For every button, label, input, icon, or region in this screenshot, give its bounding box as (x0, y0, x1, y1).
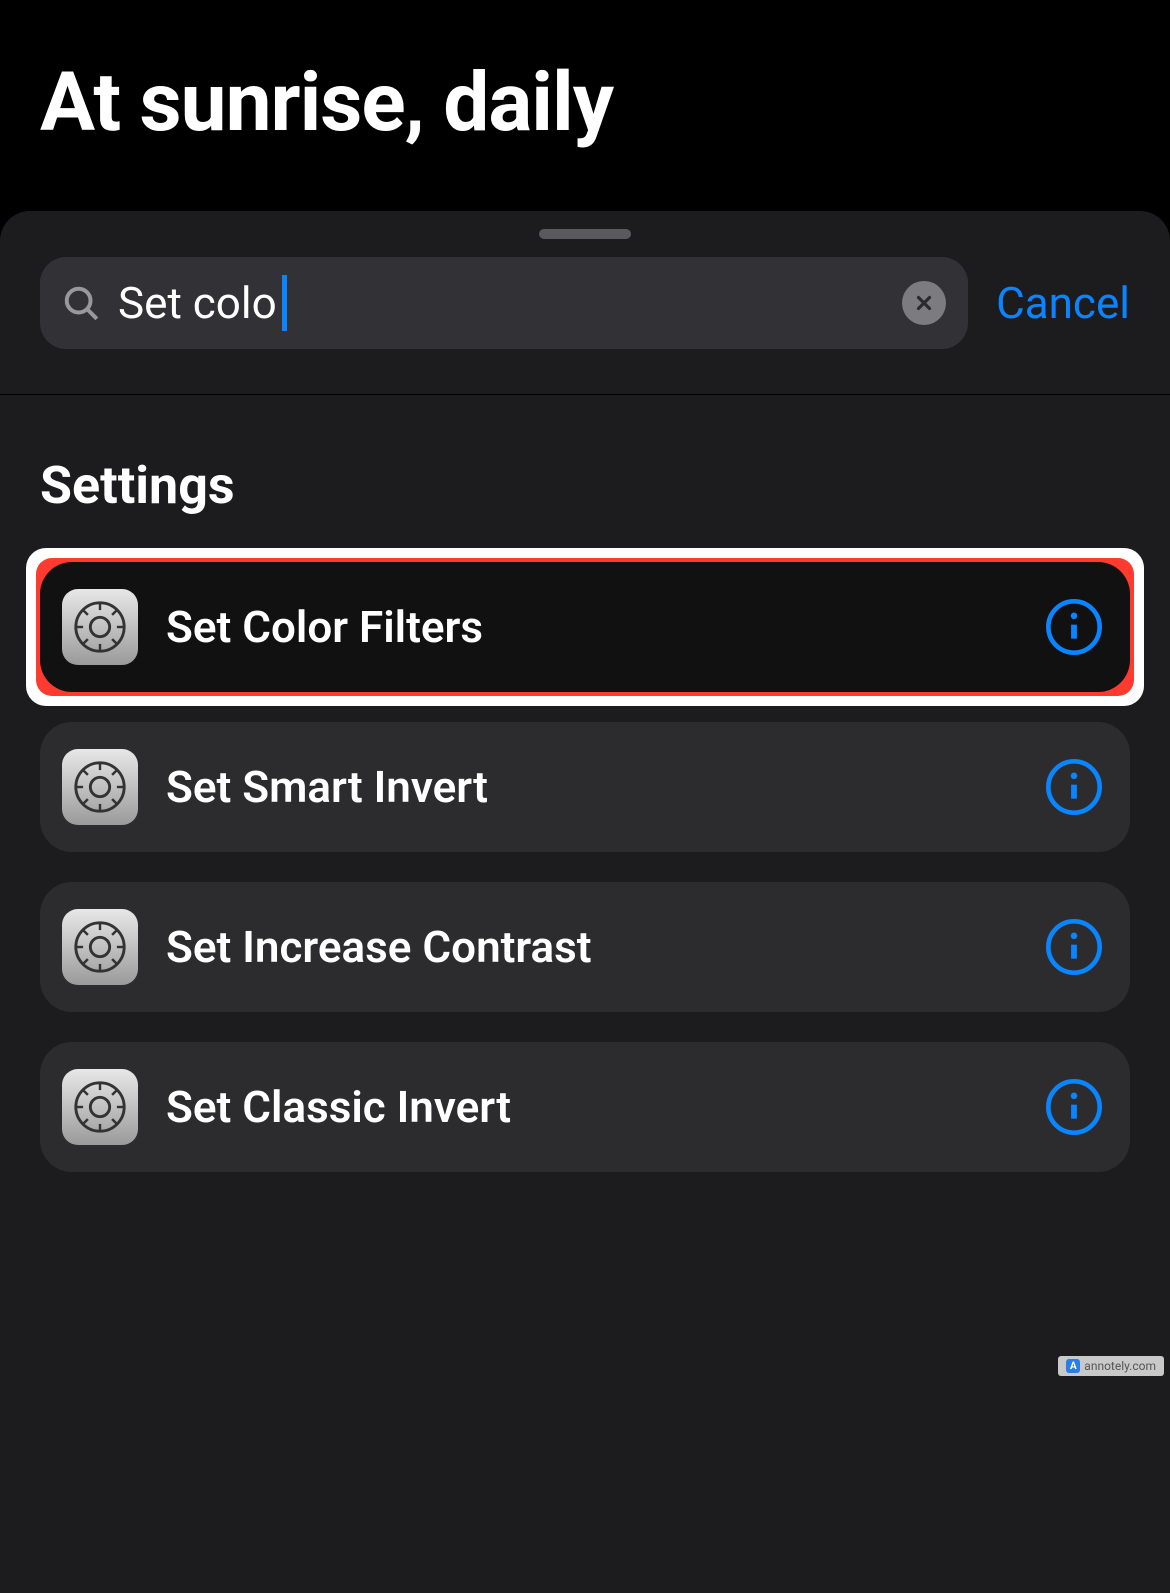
search-icon (62, 284, 100, 322)
search-field[interactable] (40, 257, 968, 349)
search-input-wrap (118, 277, 884, 329)
highlight-annotation: Set Color Filters (40, 562, 1130, 692)
watermark-badge-icon: A (1066, 1359, 1080, 1373)
settings-app-icon (62, 909, 138, 985)
action-item-set-increase-contrast[interactable]: Set Increase Contrast (40, 882, 1130, 1012)
info-button[interactable] (1046, 599, 1102, 655)
text-caret (282, 275, 287, 331)
watermark: A annotely.com (1058, 1356, 1164, 1376)
results-area: Settings Set (0, 394, 1170, 1172)
page-title: At sunrise, daily (40, 55, 1130, 151)
section-header-settings: Settings (40, 455, 1130, 516)
info-button[interactable] (1046, 1079, 1102, 1135)
header: At sunrise, daily (0, 0, 1170, 211)
action-item-set-classic-invert[interactable]: Set Classic Invert (40, 1042, 1130, 1172)
action-item-set-color-filters[interactable]: Set Color Filters (40, 562, 1130, 692)
settings-app-icon (62, 1069, 138, 1145)
info-button[interactable] (1046, 759, 1102, 815)
action-label: Set Smart Invert (166, 761, 1018, 813)
search-sheet: Cancel Settings (0, 211, 1170, 1593)
search-row: Cancel (0, 257, 1170, 394)
search-input[interactable] (118, 277, 884, 329)
info-button[interactable] (1046, 919, 1102, 975)
clear-search-button[interactable] (902, 281, 946, 325)
action-label: Set Classic Invert (166, 1081, 1018, 1133)
cancel-button[interactable]: Cancel (996, 277, 1130, 329)
watermark-text: annotely.com (1084, 1359, 1156, 1373)
settings-app-icon (62, 749, 138, 825)
action-label: Set Increase Contrast (166, 921, 1018, 973)
action-item-set-smart-invert[interactable]: Set Smart Invert (40, 722, 1130, 852)
settings-app-icon (62, 589, 138, 665)
action-label: Set Color Filters (166, 601, 1018, 653)
sheet-grabber[interactable] (539, 229, 631, 239)
